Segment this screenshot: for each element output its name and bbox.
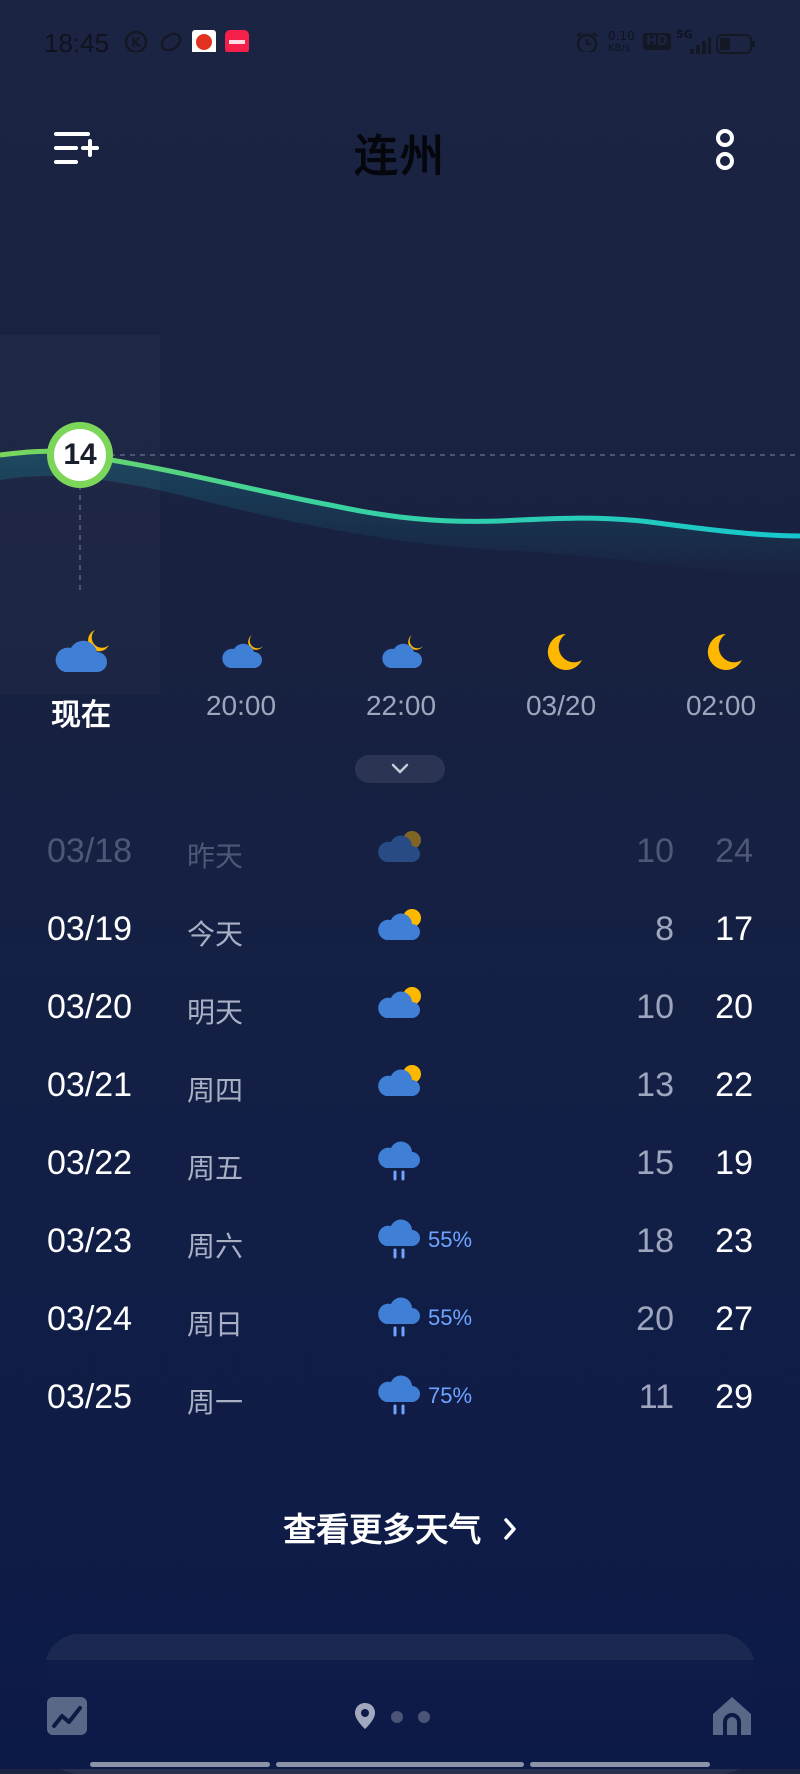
expand-hourly-button[interactable] (355, 755, 445, 783)
daily-row[interactable]: 03/22 周五 15 19 (0, 1132, 800, 1210)
cloud-sun-icon (378, 831, 421, 862)
daily-date: 03/18 (47, 832, 133, 870)
daily-date: 03/24 (47, 1300, 133, 1338)
daily-low: 10 (636, 988, 674, 1026)
page-title: 连州 (354, 131, 446, 182)
k-app-icon: K (124, 30, 148, 52)
daily-low: 8 (655, 910, 674, 948)
daily-weekday: 今天 (187, 918, 244, 951)
daily-high: 17 (715, 910, 753, 948)
daily-row[interactable]: 03/25 周一 75% 11 29 (0, 1366, 800, 1444)
news-app-icon (192, 30, 216, 52)
hourly-label: 20:00 (205, 690, 277, 721)
daily-date: 03/23 (47, 1222, 133, 1260)
daily-precip: 55% (428, 1227, 473, 1252)
daily-precip: 75% (428, 1383, 473, 1408)
daily-date: 03/25 (47, 1378, 133, 1416)
hourly-label: 现在 (51, 699, 111, 732)
daily-weekday: 昨天 (187, 840, 244, 873)
chevron-down-icon (391, 763, 409, 774)
cloud-moon-icon (382, 635, 423, 668)
rain-icon (378, 1141, 420, 1181)
hourly-label: 22:00 (365, 690, 437, 721)
moon-icon (707, 633, 742, 670)
daily-high: 23 (715, 1222, 753, 1260)
temperature-curve (0, 422, 800, 595)
current-temperature: 14 (63, 438, 97, 471)
more-options-icon[interactable] (710, 128, 740, 174)
gesture-bar (530, 1762, 710, 1767)
home-icon[interactable] (710, 1694, 754, 1738)
cloud-sun-icon (378, 987, 421, 1018)
daily-low: 13 (636, 1066, 674, 1104)
daily-row[interactable]: 03/21 周四 13 22 (0, 1054, 800, 1132)
daily-date: 03/20 (47, 988, 133, 1026)
status-time: 18:45 (44, 28, 110, 58)
daily-low: 18 (636, 1222, 674, 1260)
more-weather-label: 查看更多天气 (283, 1510, 482, 1549)
daily-row[interactable]: 03/24 周日 55% 20 27 (0, 1288, 800, 1366)
more-weather-link[interactable]: 查看更多天气 (0, 1503, 800, 1551)
hd-badge: HD (643, 33, 671, 50)
swirl-app-icon (160, 32, 182, 52)
daily-high: 22 (715, 1066, 753, 1104)
daily-high: 20 (715, 988, 753, 1026)
alarm-icon (576, 32, 598, 52)
daily-date: 03/19 (47, 910, 133, 948)
page-indicator-dot (418, 1711, 430, 1723)
hourly-forecast: 现在 20:00 22:00 03/20 02:00 (0, 628, 800, 732)
moon-icon (547, 633, 582, 670)
location-pin-icon (355, 1703, 375, 1729)
daily-row[interactable]: 03/18 昨天 10 24 (0, 820, 800, 898)
rain-icon (378, 1297, 420, 1337)
gesture-bar (90, 1762, 270, 1767)
cloud-moon-icon (222, 635, 263, 668)
svg-text:K: K (131, 36, 142, 51)
battery-icon (716, 34, 755, 54)
signal-icon (690, 37, 711, 54)
rain-icon (378, 1375, 420, 1415)
hourly-label: 02:00 (685, 690, 757, 721)
daily-high: 19 (715, 1144, 753, 1182)
daily-row[interactable]: 03/23 周六 55% 18 23 (0, 1210, 800, 1288)
net-speed-value: 0.10 (608, 29, 635, 43)
daily-weekday: 周日 (187, 1308, 244, 1341)
daily-date: 03/21 (47, 1066, 133, 1104)
page-indicator-dot (391, 1711, 403, 1723)
daily-weekday: 周六 (187, 1230, 244, 1263)
daily-weekday: 周四 (187, 1074, 244, 1107)
daily-low: 10 (636, 832, 674, 870)
hourly-label: 03/20 (525, 690, 597, 721)
gesture-bar (276, 1762, 524, 1767)
daily-row[interactable]: 03/19 今天 8 17 (0, 898, 800, 976)
cloud-sun-icon (378, 909, 421, 940)
cloud-sun-icon (378, 1065, 421, 1096)
daily-high: 24 (715, 832, 753, 870)
trend-chart-icon[interactable] (46, 1696, 88, 1736)
cloud-moon-icon (55, 630, 109, 672)
chevron-right-icon (504, 1517, 516, 1540)
daily-high: 27 (715, 1300, 753, 1338)
daily-date: 03/22 (47, 1144, 133, 1182)
shopping-app-icon (225, 30, 249, 52)
net-speed-unit: KB/s (608, 43, 630, 54)
daily-low: 20 (636, 1300, 674, 1338)
daily-weekday: 周一 (187, 1386, 244, 1419)
daily-precip: 55% (428, 1305, 473, 1330)
rain-icon (378, 1219, 420, 1259)
daily-row[interactable]: 03/20 明天 10 20 (0, 976, 800, 1054)
daily-low: 11 (638, 1378, 674, 1416)
status-bar: 18:45 K 0.10 KB/s HD 5G (0, 0, 800, 80)
daily-weekday: 周五 (187, 1152, 244, 1185)
daily-weekday: 明天 (187, 996, 244, 1029)
daily-low: 15 (636, 1144, 674, 1182)
daily-high: 29 (715, 1378, 753, 1416)
